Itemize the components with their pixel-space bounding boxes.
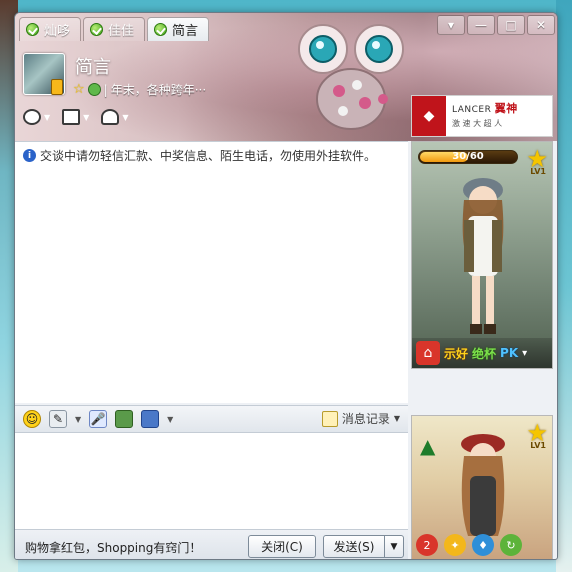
font-style-icon[interactable]: ✎ xyxy=(49,410,67,428)
app-hat-icon xyxy=(101,109,120,125)
star-icon[interactable]: ☆ xyxy=(73,82,85,97)
chevron-down-icon: ▼ xyxy=(44,112,51,122)
chevron-down-icon[interactable]: ▼ xyxy=(167,415,173,424)
chevron-down-icon[interactable]: ▾ xyxy=(522,348,527,359)
voice-message-icon[interactable]: 🎤 xyxy=(89,410,108,428)
tab-label: 佳佳 xyxy=(108,24,135,39)
online-status-icon xyxy=(26,23,39,36)
close-window-button[interactable]: ✕ xyxy=(527,15,555,35)
chevron-down-icon: ▼ xyxy=(393,414,400,423)
promo-link[interactable]: 购物拿红包，Shopping有窍门！ xyxy=(25,539,201,556)
chevron-down-icon[interactable]: ▼ xyxy=(75,415,81,424)
wardrobe-icon[interactable]: ♦ xyxy=(472,534,494,556)
ad-slogan: 激 速 大 超 人 xyxy=(452,119,503,128)
tab-contact-2[interactable]: 佳佳 xyxy=(83,17,146,41)
window-menu-button[interactable]: ▾ xyxy=(437,15,465,35)
contact-status-row: ☆ | 年末，各种跨年··· xyxy=(73,81,206,98)
home-icon[interactable]: ⌂ xyxy=(416,341,440,365)
show-action-bar: ⌂ 示好 绝杯 PK ▾ xyxy=(412,338,552,368)
top-toolbar: ▼ ▼ ▼ xyxy=(23,109,128,125)
avatar-doll-icon xyxy=(462,178,504,334)
tab-label: 简言 xyxy=(172,24,199,39)
contact-show-panel[interactable]: 30/60 ★ LV1 ⌂ 示好 绝杯 PK ▾ xyxy=(411,141,553,369)
video-call-icon xyxy=(23,109,41,125)
refresh-icon[interactable]: ↻ xyxy=(500,534,522,556)
message-input[interactable] xyxy=(15,433,408,529)
security-notice: i 交谈中请勿轻信汇款、中奖信息、陌生电话，勿使用外挂软件。 xyxy=(23,147,376,164)
level-label: LV1 xyxy=(530,167,546,176)
close-button[interactable]: 关闭(C) xyxy=(248,535,316,558)
emoji-icon[interactable]: ☺ xyxy=(23,410,41,428)
tab-bar: 灿哆 佳佳 简言 xyxy=(19,17,210,43)
send-button[interactable]: 发送(S) xyxy=(323,535,385,558)
brand-logo-icon: ◆ xyxy=(412,96,446,136)
window-controls: ▾ — □ ✕ xyxy=(437,15,555,35)
self-avatar-doll-icon xyxy=(461,434,505,536)
ad-text: LANCER 翼神 激 速 大 超 人 xyxy=(446,102,518,130)
chevron-down-icon: ▼ xyxy=(83,112,90,122)
gift-icon[interactable]: ✦ xyxy=(444,534,466,556)
action-pk[interactable]: PK xyxy=(500,346,518,360)
app-button[interactable]: ▼ xyxy=(101,109,128,125)
tab-label: 灿哆 xyxy=(44,24,71,39)
footer-bar: 购物拿红包，Shopping有窍门！ 关闭(C) 发送(S) ▼ xyxy=(15,529,408,559)
contact-name: 简言 xyxy=(75,57,111,78)
info-icon: i xyxy=(23,149,36,162)
self-action-bar: 2 ✦ ♦ ↻ xyxy=(416,534,522,556)
message-history-area[interactable]: i 交谈中请勿轻信汇款、中奖信息、陌生电话，勿使用外挂软件。 xyxy=(15,141,408,403)
owl-decoration-icon xyxy=(298,24,404,130)
desktop-wallpaper-right xyxy=(556,0,572,572)
level-progress-text: 30/60 xyxy=(452,151,484,162)
video-call-button[interactable]: ▼ xyxy=(23,109,50,125)
send-image-icon[interactable] xyxy=(115,410,134,428)
header-banner: 灿哆 佳佳 简言 ▾ — □ ✕ 简言 ☆ | 年末，各种跨年··· ▼ ▼ ▼… xyxy=(15,13,557,141)
message-history-label: 消息记录 xyxy=(341,412,390,426)
message-history-button[interactable]: 消息记录 ▼ xyxy=(321,410,400,427)
maximize-button[interactable]: □ xyxy=(497,15,525,35)
action-toast[interactable]: 绝杯 xyxy=(472,345,496,362)
tab-contact-3[interactable]: 简言 xyxy=(147,17,210,41)
input-toolbar: ☺ ✎ ▼ 🎤 ▼ 消息记录 ▼ xyxy=(15,405,408,433)
home-icon[interactable]: 2 xyxy=(416,534,438,556)
send-options-button[interactable]: ▼ xyxy=(384,535,404,558)
online-status-icon xyxy=(154,23,168,36)
security-notice-text: 交谈中请勿轻信汇款、中奖信息、陌生电话，勿使用外挂软件。 xyxy=(40,149,377,163)
mobile-online-icon xyxy=(51,79,63,95)
ad-banner[interactable]: ◆ LANCER 翼神 激 速 大 超 人 xyxy=(411,95,553,137)
ad-model: LANCER 翼神 xyxy=(452,102,518,115)
level-progress-bar: 30/60 xyxy=(418,150,518,164)
file-transfer-icon xyxy=(62,109,81,125)
chevron-down-icon: ▼ xyxy=(122,112,129,122)
sync-icon[interactable] xyxy=(87,83,101,96)
tab-contact-1[interactable]: 灿哆 xyxy=(19,17,82,41)
level-label: LV1 xyxy=(530,441,546,450)
screenshot-icon[interactable] xyxy=(141,410,160,428)
self-show-panel[interactable]: ▲ ★ LV1 2 ✦ ♦ ↻ xyxy=(411,415,553,559)
file-transfer-button[interactable]: ▼ xyxy=(62,109,89,125)
chat-window: 灿哆 佳佳 简言 ▾ — □ ✕ 简言 ☆ | 年末，各种跨年··· ▼ ▼ ▼… xyxy=(14,12,558,560)
online-status-icon xyxy=(90,23,104,36)
minimize-button[interactable]: — xyxy=(467,15,495,35)
contact-signature: 年末，各种跨年··· xyxy=(110,83,207,97)
history-icon xyxy=(321,410,338,427)
christmas-tree-icon: ▲ xyxy=(420,434,436,458)
action-greet[interactable]: 示好 xyxy=(444,345,468,362)
divider: | xyxy=(103,82,108,97)
